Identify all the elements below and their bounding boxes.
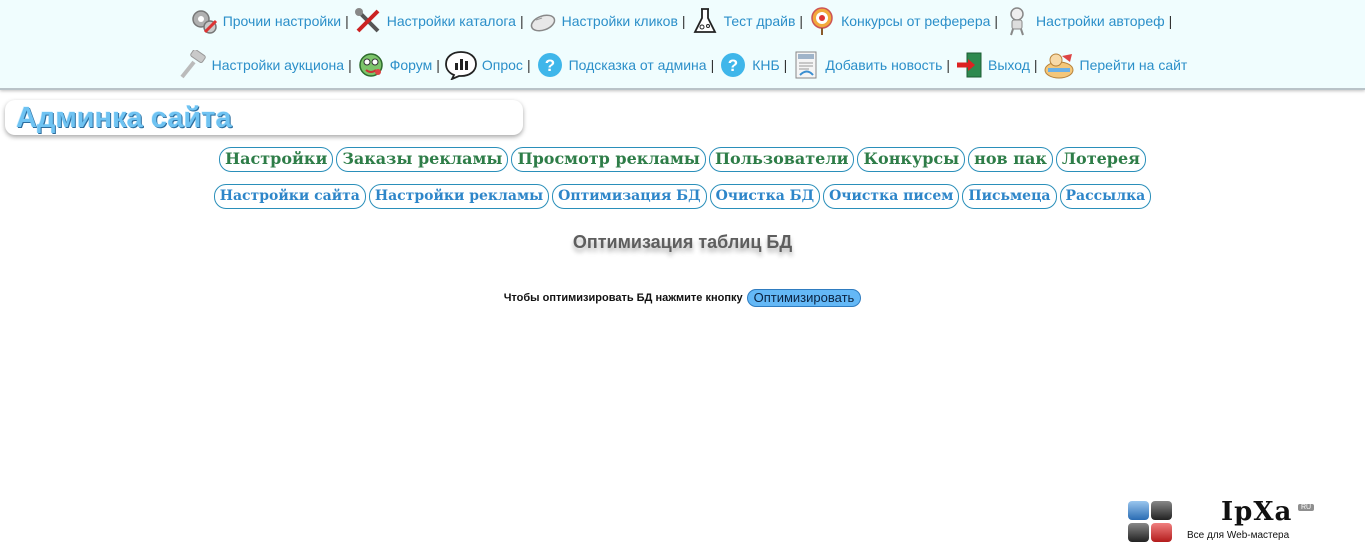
site-icon xyxy=(1042,50,1076,80)
sub-menu: Настройки сайта Настройки рекламы Оптими… xyxy=(0,184,1365,209)
top-nav-label[interactable]: Настройки автореф xyxy=(1036,13,1165,29)
sub-menu-mailing[interactable]: Рассылка xyxy=(1059,184,1152,209)
logo-square-blue xyxy=(1128,501,1149,520)
main-menu-contests[interactable]: Конкурсы xyxy=(857,147,966,172)
top-nav-item-test-drive[interactable]: Тест драйв xyxy=(690,6,796,36)
logo-wordmark: IpXa xyxy=(1221,497,1293,527)
separator: | xyxy=(681,13,686,29)
top-nav-item-knb[interactable]: ? КНБ xyxy=(718,50,780,80)
top-nav-label[interactable]: Настройки кликов xyxy=(562,13,678,29)
sub-menu-ad-settings[interactable]: Настройки рекламы xyxy=(368,184,550,209)
target-icon xyxy=(807,6,837,36)
main-menu-new-pack[interactable]: нов пак xyxy=(968,147,1053,172)
help-icon: ? xyxy=(718,50,748,80)
top-nav-item-logout[interactable]: Выход xyxy=(954,50,1030,80)
top-nav-item-referrer-contests[interactable]: Конкурсы от реферера xyxy=(807,6,990,36)
top-nav-item-other-settings[interactable]: Прочии настройки xyxy=(189,6,341,36)
top-nav-item-catalog-settings[interactable]: Настройки каталога xyxy=(353,6,516,36)
top-nav-item-auction-settings[interactable]: Настройки аукциона xyxy=(178,50,344,80)
main-menu-lottery[interactable]: Лотерея xyxy=(1055,147,1146,172)
gavel-icon xyxy=(178,50,208,80)
optimize-prompt: Чтобы оптимизировать БД нажмите кнопку xyxy=(503,292,743,304)
logo-square-red xyxy=(1151,523,1172,542)
sub-menu-db-optimization[interactable]: Оптимизация БД xyxy=(552,184,707,209)
main-menu-ad-orders[interactable]: Заказы рекламы xyxy=(336,147,509,172)
help-icon: ? xyxy=(535,50,565,80)
tools-icon xyxy=(353,6,383,36)
separator: | xyxy=(348,57,352,73)
separator: | xyxy=(345,13,349,29)
logo-domain-tag: RU xyxy=(1298,504,1315,511)
separator: | xyxy=(519,13,524,29)
logo-subtitle: Все для Web-мастера xyxy=(1187,530,1290,541)
robot-icon xyxy=(1002,6,1032,36)
top-nav-label[interactable]: Конкурсы от реферера xyxy=(841,13,990,29)
separator: | xyxy=(946,57,951,73)
mouse-icon xyxy=(528,6,558,36)
top-nav-label[interactable]: Выход xyxy=(988,57,1030,73)
top-nav-label[interactable]: КНБ xyxy=(752,57,779,73)
page-title-box: Админка сайта xyxy=(5,100,523,135)
main-menu-settings[interactable]: Настройки xyxy=(219,147,334,172)
optimize-button[interactable]: Оптимизировать xyxy=(746,289,862,307)
section-title: Оптимизация таблиц БД xyxy=(572,232,793,252)
top-nav-label[interactable]: Прочии настройки xyxy=(223,13,341,29)
top-nav-item-add-news[interactable]: Добавить новость xyxy=(791,50,942,80)
top-nav-label[interactable]: Опрос xyxy=(482,57,523,73)
forum-icon xyxy=(356,50,386,80)
top-nav-item-forum[interactable]: Форум xyxy=(356,50,433,80)
page-title: Админка сайта xyxy=(16,102,232,134)
logo-square-dark xyxy=(1128,523,1149,542)
top-nav-label[interactable]: Перейти на сайт xyxy=(1080,57,1188,73)
optimize-row: Чтобы оптимизировать БД нажмите кнопку О… xyxy=(0,289,1365,307)
separator: | xyxy=(994,13,999,29)
svg-text:?: ? xyxy=(544,56,554,75)
main-menu-users[interactable]: Пользователи xyxy=(708,147,855,172)
top-nav-row-1: Прочии настройки | Настройки каталога | … xyxy=(0,6,1365,36)
top-nav-item-autoref-settings[interactable]: Настройки автореф xyxy=(1002,6,1165,36)
separator: | xyxy=(783,57,788,73)
main-menu-ad-views[interactable]: Просмотр рекламы xyxy=(511,147,706,172)
news-icon xyxy=(791,50,821,80)
sub-menu-db-cleanup[interactable]: Очистка БД xyxy=(709,184,821,209)
separator: | xyxy=(1168,13,1173,29)
sub-menu-letters[interactable]: Письмеца xyxy=(962,184,1057,209)
sub-menu-mail-cleanup[interactable]: Очистка писем xyxy=(823,184,960,209)
separator: | xyxy=(526,57,531,73)
svg-text:?: ? xyxy=(728,56,738,75)
top-nav-label[interactable]: Форум xyxy=(390,57,433,73)
top-nav-label[interactable]: Тест драйв xyxy=(724,13,796,29)
top-nav-item-poll[interactable]: Опрос xyxy=(444,50,523,80)
flask-icon xyxy=(690,6,720,36)
main-menu: Настройки Заказы рекламы Просмотр реклам… xyxy=(0,147,1365,172)
separator: | xyxy=(710,57,715,73)
exit-icon xyxy=(954,50,984,80)
top-nav-item-go-to-site[interactable]: Перейти на сайт xyxy=(1042,50,1188,80)
poll-icon xyxy=(444,50,478,80)
separator: | xyxy=(1033,57,1038,73)
ipxa-logo[interactable]: IpXa RU Все для Web-мастера xyxy=(1126,497,1326,545)
top-nav-item-admin-hint[interactable]: ? Подсказка от админа xyxy=(535,50,707,80)
top-nav-label[interactable]: Настройки аукциона xyxy=(212,57,344,73)
sub-menu-site-settings[interactable]: Настройки сайта xyxy=(213,184,366,209)
top-nav-label[interactable]: Настройки каталога xyxy=(387,13,516,29)
top-nav-row-2: Настройки аукциона | Форум | Опрос | ? П… xyxy=(0,50,1365,80)
gears-icon xyxy=(189,6,219,36)
top-nav-label[interactable]: Добавить новость xyxy=(825,57,942,73)
separator: | xyxy=(436,57,440,73)
top-nav-item-click-settings[interactable]: Настройки кликов xyxy=(528,6,678,36)
logo-square-dark xyxy=(1151,501,1172,520)
top-navigation-bar: Прочии настройки | Настройки каталога | … xyxy=(0,0,1365,90)
separator: | xyxy=(799,13,804,29)
top-nav-label[interactable]: Подсказка от админа xyxy=(569,57,707,73)
